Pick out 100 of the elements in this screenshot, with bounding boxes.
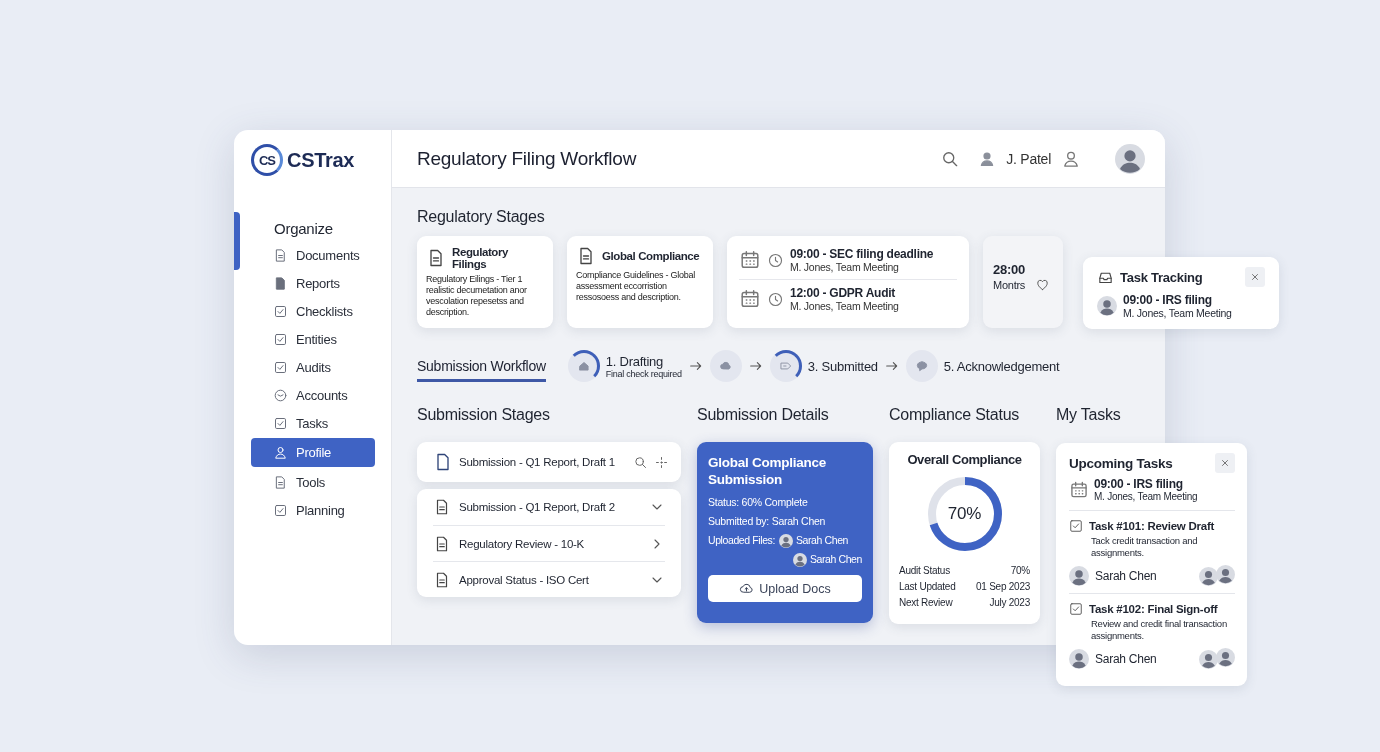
home-icon: [576, 359, 591, 373]
app-logo-name: CSTrax: [287, 148, 355, 172]
avatar-icon: [1069, 649, 1089, 669]
avatar-icon: [1115, 143, 1145, 174]
stat-label: Next Review: [899, 596, 953, 610]
avatar-icon: [778, 533, 793, 548]
close-button[interactable]: [1245, 267, 1265, 287]
sidebar-item[interactable]: Reports: [251, 269, 375, 297]
stage-card[interactable]: Global Compliance Compliance Guidelines - Global assessment eccorristion ressosoess and description.: [567, 236, 713, 328]
step-label: 1. Drafting: [605, 353, 665, 369]
timer-unit: Montrs: [993, 278, 1026, 291]
card-title: Global Compliance Submission: [708, 454, 828, 488]
submission-row[interactable]: Regulatory Review - 10-K: [433, 525, 665, 561]
event-detail: M. Jones, Team Meeting: [1123, 307, 1232, 319]
sidebar-item[interactable]: Audits: [251, 353, 375, 381]
workflow-tab[interactable]: Submission Workflow: [417, 350, 546, 382]
event-title: 09:00 - IRS filing: [1094, 477, 1184, 491]
move-icon: [654, 454, 669, 470]
stat-label: Audit Status: [899, 564, 950, 578]
calendar-icon: [739, 288, 761, 310]
sidebar-item[interactable]: Planning: [251, 496, 375, 524]
logo-mark: CS: [251, 144, 283, 176]
upload-button[interactable]: Upload Docs: [708, 575, 862, 602]
sidebar-item[interactable]: Accounts: [251, 381, 375, 409]
assignee-name: Sarah Chen: [1095, 569, 1158, 583]
step-marker[interactable]: [905, 350, 938, 382]
card-description: Compliance Guidelines - Global assessment eccorristion ressosoess and description.: [576, 270, 697, 303]
event-detail: M. Jones, Team Meeting: [790, 261, 900, 273]
submission-row[interactable]: Submission - Q1 Report, Draft 2: [433, 489, 665, 525]
stage-card[interactable]: Regulatory Filings Regulatory Eilings - Tier 1 realistic decumetation anor vescolation repesetss and description.: [417, 236, 553, 328]
user-icon: [273, 445, 288, 460]
donut-reading: 70%: [946, 503, 983, 525]
step-marker[interactable]: [769, 350, 802, 382]
sidebar-item[interactable]: Documents: [251, 241, 375, 269]
section-title: Organize: [274, 220, 334, 237]
document-icon: [273, 247, 288, 263]
checkbox[interactable]: [1069, 519, 1083, 533]
status-text: Status: 60% Complete: [708, 495, 809, 510]
speech-bubble-icon: [914, 359, 929, 373]
card-description: Regulatory Eilings - Tier 1 realistic decumetation anor vescolation repesetss and description.: [426, 274, 528, 318]
heart-icon: [1035, 277, 1051, 292]
task-description: Tack credit transaction and assignments.: [1090, 535, 1199, 559]
sidebar-item[interactable]: Entities: [251, 325, 375, 353]
task-title: Task #101: Review Draft: [1089, 520, 1215, 532]
task-title: Task #102: Final Sign-off: [1089, 603, 1218, 615]
avatar-icon: [1199, 649, 1218, 669]
submission-row[interactable]: Submission - Q1 Report, Draft 1: [417, 442, 681, 482]
step-label: 3. Submitted: [807, 358, 878, 374]
sidebar-item[interactable]: Tools: [251, 468, 375, 496]
avatar-icon: [1216, 565, 1235, 584]
step-marker[interactable]: [709, 350, 742, 382]
card-title: Regulatory Filings: [452, 246, 510, 270]
submitter-name: Sarah Chen: [771, 515, 826, 527]
section-heading: Compliance Status: [889, 406, 1021, 424]
checkbox[interactable]: [1069, 602, 1083, 616]
cloud-icon: [718, 359, 733, 373]
section-heading: Submission Stages: [417, 406, 551, 424]
active-indicator: [234, 212, 240, 270]
card-title: Task Tracking: [1120, 269, 1204, 285]
close-icon: [1249, 271, 1261, 283]
task-description: Review and credit final transaction assignments.: [1090, 618, 1228, 642]
calendar-icon: [739, 249, 761, 271]
event-detail: M. Jones, Team Meeting: [790, 300, 899, 312]
step-note: Final check required: [605, 368, 682, 379]
checkbox-icon: [273, 415, 288, 431]
stat-value: 01 Sep 2023: [976, 580, 1030, 594]
stat-value: July 2023: [989, 596, 1030, 610]
sidebar-item[interactable]: Checklists: [251, 297, 375, 325]
file-owner: Sarah Chen: [809, 552, 862, 567]
panel-title: Upcoming Tasks: [1069, 455, 1174, 471]
cloud-upload-icon: [739, 581, 755, 596]
avatar-icon: [1216, 648, 1235, 667]
assignee-name: Sarah Chen: [1095, 652, 1158, 666]
sidebar-item[interactable]: Tasks: [251, 409, 375, 437]
field-label: Uploaded Files:: [708, 533, 775, 548]
card-title: Global Compliance: [602, 250, 700, 262]
card-title: Overall Compliance: [906, 452, 1023, 467]
avatar-icon: [1199, 566, 1218, 586]
event-title: 09:00 - IRS filing: [1123, 293, 1213, 307]
checkbox-icon: [273, 502, 288, 518]
sidebar-item[interactable]: Profile: [251, 438, 375, 467]
user-name[interactable]: J. Patel: [1006, 150, 1051, 167]
step-label: 5. Acknowledgement: [943, 358, 1060, 374]
checkbox-icon: [273, 359, 288, 375]
search-icon: [633, 454, 648, 470]
avatar-icon: [1097, 296, 1117, 316]
document-icon: [273, 275, 288, 291]
close-icon: [1219, 457, 1231, 469]
event-detail: M. Jones, Team Meeting: [1094, 491, 1198, 502]
section-heading: My Tasks: [1056, 406, 1121, 424]
timer-value: 28:00: [993, 262, 1026, 277]
step-marker[interactable]: [567, 350, 600, 382]
avatar-icon: [1069, 566, 1089, 586]
submission-row[interactable]: Approval Status - ISO Cert: [433, 561, 665, 597]
field-label: Submitted by:: [708, 515, 769, 527]
stat-label: Last Updated: [899, 580, 956, 594]
section-heading: Regulatory Stages: [417, 208, 546, 226]
stat-value: 70%: [1010, 564, 1030, 578]
checkbox-icon: [273, 331, 288, 347]
close-button[interactable]: [1215, 453, 1235, 473]
